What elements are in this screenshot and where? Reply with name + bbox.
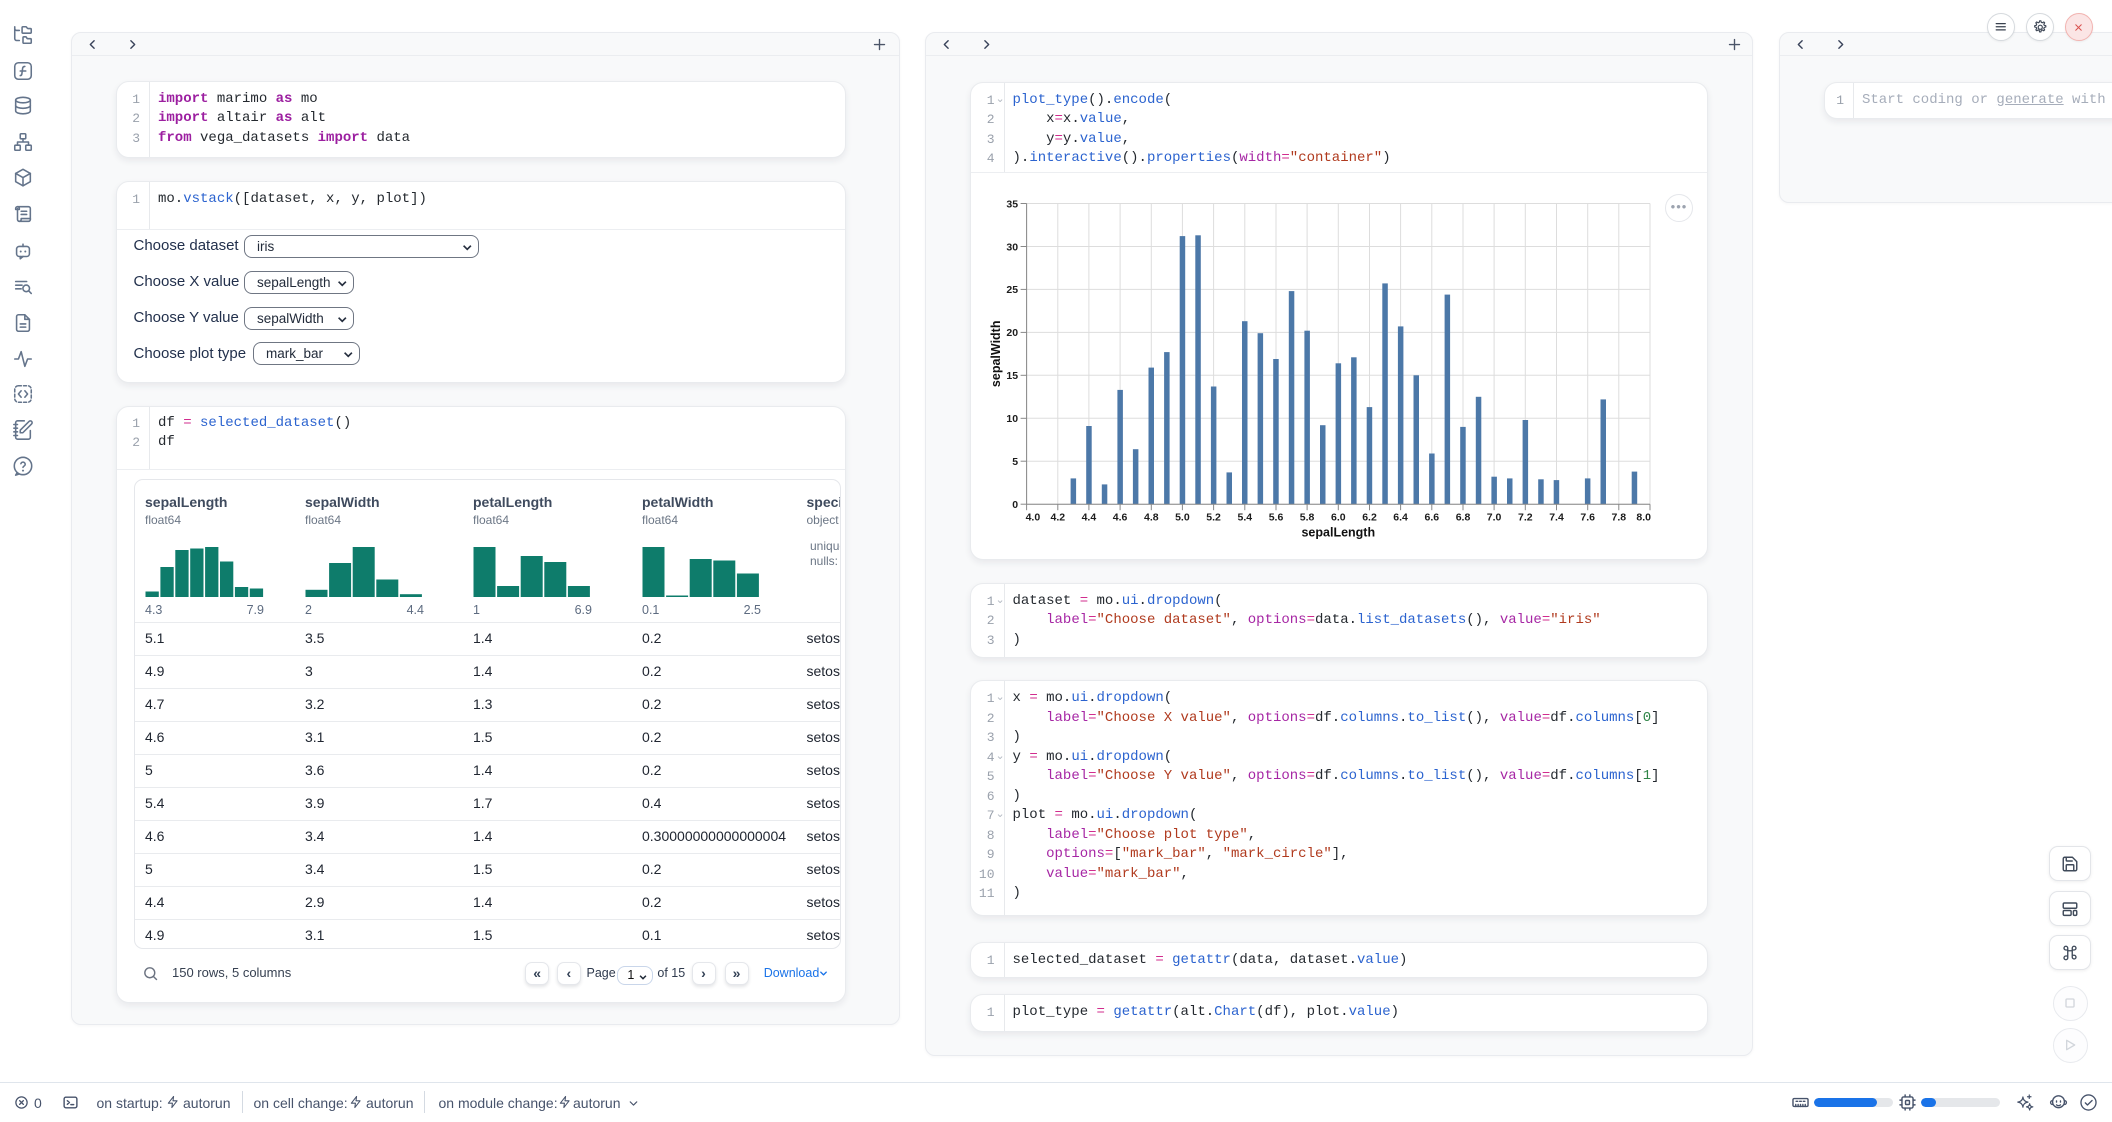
svg-text:7.8: 7.8 <box>1611 511 1626 523</box>
svg-text:35: 35 <box>1006 198 1018 210</box>
svg-text:6.2: 6.2 <box>1362 511 1377 523</box>
svg-text:7.4: 7.4 <box>1549 511 1564 523</box>
svg-text:sepalLength: sepalLength <box>1301 525 1375 539</box>
svg-text:15: 15 <box>1006 370 1018 382</box>
svg-text:4.4: 4.4 <box>1082 511 1097 523</box>
svg-text:25: 25 <box>1006 284 1018 296</box>
svg-text:5.2: 5.2 <box>1206 511 1221 523</box>
svg-text:7.6: 7.6 <box>1580 511 1595 523</box>
svg-text:5.6: 5.6 <box>1269 511 1284 523</box>
svg-text:5.0: 5.0 <box>1175 511 1190 523</box>
svg-text:6.0: 6.0 <box>1331 511 1346 523</box>
svg-text:5.4: 5.4 <box>1237 511 1252 523</box>
svg-text:10: 10 <box>1006 413 1018 425</box>
svg-text:6.4: 6.4 <box>1393 511 1408 523</box>
svg-text:0: 0 <box>1012 499 1018 511</box>
svg-text:4.0: 4.0 <box>1026 511 1041 523</box>
svg-text:4.6: 4.6 <box>1113 511 1128 523</box>
svg-text:7.2: 7.2 <box>1518 511 1533 523</box>
svg-text:sepalWidth: sepalWidth <box>989 320 1003 387</box>
svg-text:6.8: 6.8 <box>1456 511 1471 523</box>
svg-text:5.8: 5.8 <box>1300 511 1315 523</box>
svg-text:5: 5 <box>1012 456 1018 468</box>
svg-text:20: 20 <box>1006 327 1018 339</box>
svg-text:7.0: 7.0 <box>1487 511 1502 523</box>
svg-text:4.2: 4.2 <box>1050 511 1065 523</box>
svg-text:4.8: 4.8 <box>1144 511 1159 523</box>
svg-text:8.0: 8.0 <box>1636 511 1651 523</box>
svg-text:30: 30 <box>1006 241 1018 253</box>
svg-text:6.6: 6.6 <box>1424 511 1439 523</box>
